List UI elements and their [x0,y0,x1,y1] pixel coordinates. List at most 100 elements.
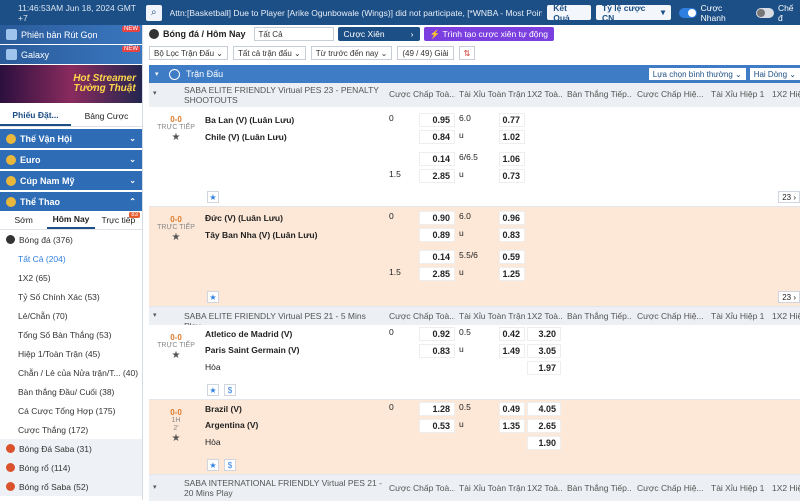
market-ht-ft[interactable]: Hiệp 1/Toàn Trận (45) [0,344,142,363]
odds-cell[interactable]: 1.28 [419,402,455,416]
tab-bet-slip[interactable]: Phiếu Đặt... [0,105,71,126]
galaxy-link[interactable]: Galaxy NEW [0,45,142,64]
parlay-button[interactable]: Cược Xiên › [337,27,420,41]
odds-cell[interactable]: 0.14 [419,250,455,264]
sort-mode-select[interactable]: Lựa chọn bình thường ⌄ [648,68,746,80]
odds-cell[interactable]: 0.84 [419,130,455,144]
odds-cell[interactable]: 2.85 [419,267,455,281]
market-all[interactable]: Tất Cả (204) [0,249,142,268]
live-label: TRỰC TIẾP [157,124,195,131]
more-markets-button[interactable]: 23 › [778,191,800,203]
sport-saba-basketball[interactable]: Bóng rổ Saba (52) [0,477,142,496]
odds-cell[interactable]: 1.02 [499,130,525,144]
category-olympics[interactable]: Thế Vận Hội ⌄ [0,129,142,148]
odds-cell[interactable]: 3.20 [527,327,561,341]
odds-cell[interactable]: 1.49 [499,344,525,358]
match-score: 0-0 [170,215,182,224]
tab-live[interactable]: Trực tiếp 83 [95,211,142,229]
sort-icon[interactable]: ⇅ [458,46,476,60]
market-outright[interactable]: Cược Thắng (172) [0,420,142,439]
tab-bet-table[interactable]: Bảng Cược [71,105,142,126]
market-correct-score[interactable]: Tỷ Số Chính Xác (53) [0,287,142,306]
market-mix-parlay[interactable]: Cá Cược Tổng Hợp (175) [0,401,142,420]
results-button[interactable]: Kết Quả [547,3,591,23]
collapse-all-icon[interactable]: ▾ [155,70,163,78]
market-select[interactable]: Tất Cả [253,27,334,41]
odds-cell[interactable]: 0.59 [499,250,525,264]
away-team: Paris Saint Germain (V) [205,345,300,355]
home-team: Đức (V) (Luân Lưu) [205,213,283,223]
odds-cell[interactable]: 0.95 [419,113,455,127]
odds-cell[interactable]: 4.05 [527,402,561,416]
dollar-icon[interactable]: $ [224,459,236,471]
sport-basketball[interactable]: Bóng rổ (114) [0,458,142,477]
odds-cell[interactable]: 0.92 [419,327,455,341]
favorite-star-icon[interactable]: ★ [207,384,219,396]
odds-format-select[interactable]: Tỷ lệ cược CN ▾ [596,3,672,23]
football-icon [149,29,159,39]
tab-early[interactable]: Sớm [0,211,47,229]
period-label: 1H [171,417,181,424]
market-total-goals[interactable]: Tổng Số Bàn Thắng (53) [0,325,142,344]
odds-cell[interactable]: 0.83 [419,344,455,358]
league-count[interactable]: (49 / 49) Giải [397,46,454,60]
search-icon[interactable]: ⌕ [145,4,162,21]
all-matches-select[interactable]: Tất cả trận đấu ⌄ [232,46,306,60]
view-mode-select[interactable]: Hai Dòng ⌄ [749,68,800,80]
odds-cell[interactable]: 2.85 [419,169,455,183]
category-euro[interactable]: Euro ⌄ [0,150,142,169]
favorite-star-icon[interactable]: ★ [149,232,203,243]
category-copa[interactable]: Cúp Nam Mỹ ⌄ [0,171,142,190]
odds-cell[interactable]: 1.25 [499,267,525,281]
market-odd-even[interactable]: Lẻ/Chẵn (70) [0,306,142,325]
favorite-star-icon[interactable]: ★ [207,459,219,471]
odds-cell[interactable]: 1.06 [499,152,525,166]
auto-parlay-button[interactable]: ⚡ Trình tạo cược xiên tự động [423,27,554,41]
odds-cell[interactable]: 0.83 [499,228,525,242]
odds-cell[interactable]: 0.42 [499,327,525,341]
market-half-odd-even[interactable]: Chẵn / Lẻ của Nửa trận/T... (40) [0,363,142,382]
category-sports[interactable]: Thể Thao ⌃ [0,192,142,211]
odds-cell[interactable]: 1.90 [527,436,561,450]
trophy-icon [6,175,16,186]
collapse-icon[interactable]: ▾ [153,89,157,97]
collapse-icon[interactable]: ▾ [153,483,157,491]
collapse-icon[interactable]: ▾ [153,311,157,319]
match-minute: 2' [173,425,179,432]
sport-saba-football[interactable]: Bóng Đá Saba (31) [0,439,142,458]
promo-banner[interactable]: Hot Streamer Tường Thuật [0,65,142,103]
favorite-star-icon[interactable]: ★ [207,191,219,203]
sport-football[interactable]: Bóng đá (376) [0,230,142,249]
favorite-star-icon[interactable]: ★ [207,291,219,303]
favorite-star-icon[interactable]: ★ [149,350,203,361]
odds-cell[interactable]: 2.65 [527,419,561,433]
dollar-icon[interactable]: $ [224,384,236,396]
lite-version-link[interactable]: Phiên bản Rút Gọn NEW [0,25,142,44]
odds-cell[interactable]: 0.96 [499,211,525,225]
odds-cell[interactable]: 0.14 [419,152,455,166]
market-1x2[interactable]: 1X2 (65) [0,268,142,287]
more-markets-button[interactable]: 23 › [778,291,800,303]
league-header[interactable]: ▾ SABA ELITE FRIENDLY Virtual PES 23 - P… [149,83,800,107]
market-first-last-goal[interactable]: Bàn thắng Đầu/ Cuối (38) [0,382,142,401]
odds-cell[interactable]: 1.97 [527,361,561,375]
odds-cell[interactable]: 0.49 [499,402,525,416]
tab-today[interactable]: Hôm Nay [47,211,95,229]
odds-cell[interactable]: 0.90 [419,211,455,225]
league-header[interactable]: ▾ SABA ELITE FRIENDLY Virtual PES 21 - 5… [149,307,800,331]
odds-cell[interactable]: 0.89 [419,228,455,242]
odds-cell[interactable]: 0.53 [419,419,455,433]
mode-toggle[interactable]: Chế đ [756,3,800,23]
quick-bet-toggle[interactable]: Cược Nhanh [679,3,748,23]
match-filter-select[interactable]: Bộ Lọc Trận Đấu ⌄ [149,46,228,60]
odds-cell[interactable]: 3.05 [527,344,561,358]
odds-cell[interactable]: 0.77 [499,113,525,127]
time-range-select[interactable]: Từ trước đến nay ⌄ [310,46,393,60]
odds-cell[interactable]: 0.73 [499,169,525,183]
favorite-star-icon[interactable]: ★ [149,132,203,143]
league-header[interactable]: ▾ SABA INTERNATIONAL FRIENDLY Virtual PE… [149,475,800,501]
odds-cell[interactable]: 1.35 [499,419,525,433]
favorite-star-icon[interactable]: ★ [149,433,203,444]
announcement-marquee[interactable]: Attn:[Basketball] Due to Player [Arike O… [170,8,543,18]
slip-tabs: Phiếu Đặt... Bảng Cược [0,105,142,127]
